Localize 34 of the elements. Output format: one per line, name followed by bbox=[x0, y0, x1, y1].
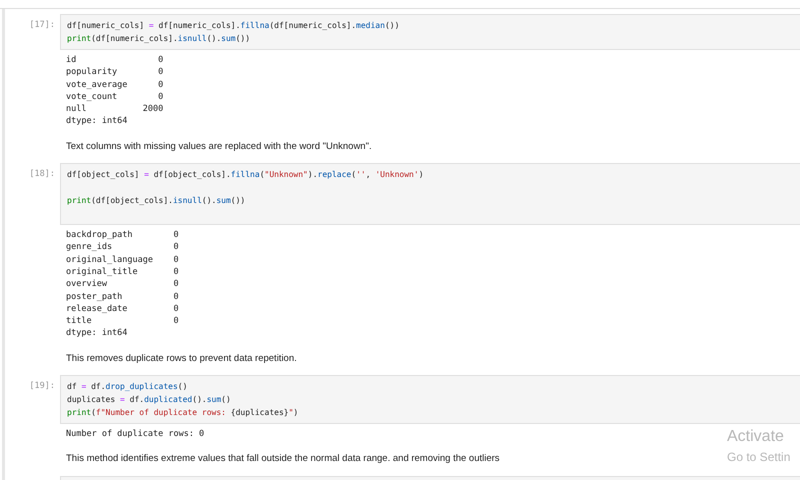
cell-prompt: [17]: bbox=[28, 19, 56, 32]
output-line: popularity 0 bbox=[66, 66, 164, 79]
code-line: df[object_cols] = df[object_cols].fillna("Unknown").replace('', 'Unknown') bbox=[67, 169, 424, 182]
output-line: Number of duplicate rows: 0 bbox=[66, 428, 204, 440]
code-line: df[numeric_cols] = df[numeric_cols].fillna(df[numeric_cols].median()) bbox=[67, 20, 400, 32]
code-input[interactable]: df[numeric_cols] = df[numeric_cols].fillna(df[numeric_cols].median()) print(df[numeric_cols].isnull().sum()) bbox=[60, 14, 800, 50]
markdown-text: This removes duplicate rows to prevent data repetition. bbox=[66, 352, 297, 366]
output-line: genre_ids 0 bbox=[66, 241, 179, 254]
output-line: dtype: int64 bbox=[66, 327, 128, 340]
output-line: overview 0 bbox=[66, 278, 179, 291]
output-line: id 0 bbox=[66, 54, 164, 66]
output-line: original_language 0 bbox=[66, 254, 179, 266]
code-line: print(df[object_cols].isnull().sum()) bbox=[67, 195, 246, 208]
output-line: vote_count 0 bbox=[66, 90, 164, 104]
markdown-text: This method identifies extreme values that fall outside the normal data range. and removing the outliers bbox=[66, 452, 500, 466]
code-input[interactable]: df = df.drop_duplicates() duplicates = df.duplicated().sum() print(f"Number of duplicate rows: {duplicates}") bbox=[60, 374, 800, 424]
output-line: original_title 0 bbox=[66, 266, 179, 278]
code-line: print(f"Number of duplicate rows: {duplicates}") bbox=[67, 406, 298, 419]
cell-prompt: [18]: bbox=[28, 168, 56, 181]
output-line: null 2000 bbox=[66, 103, 164, 116]
output-line: release_date 0 bbox=[66, 302, 179, 316]
output-line: vote_average 0 bbox=[66, 78, 164, 91]
output-line: poster_path 0 bbox=[66, 290, 179, 303]
cell-prompt: [19]: bbox=[28, 380, 56, 393]
activation-subtitle: Go to Settin bbox=[727, 449, 790, 466]
code-line: df = df.drop_duplicates() bbox=[67, 380, 188, 393]
code-line: print(df[numeric_cols].isnull().sum()) bbox=[67, 33, 250, 45]
output-line: backdrop_path 0 bbox=[66, 229, 179, 242]
output-line: dtype: int64 bbox=[66, 115, 128, 128]
output-line: title 0 bbox=[66, 315, 179, 328]
activation-title: Activate bbox=[727, 427, 785, 447]
markdown-text: Text columns with missing values are replaced with the word "Unknown". bbox=[66, 140, 372, 154]
code-input[interactable]: df[object_cols] = df[object_cols].fillna("Unknown").replace('', 'Unknown') print(df[object_cols].isnull().sum()) bbox=[60, 163, 800, 226]
code-line: duplicates = df.duplicated().sum() bbox=[67, 394, 231, 406]
